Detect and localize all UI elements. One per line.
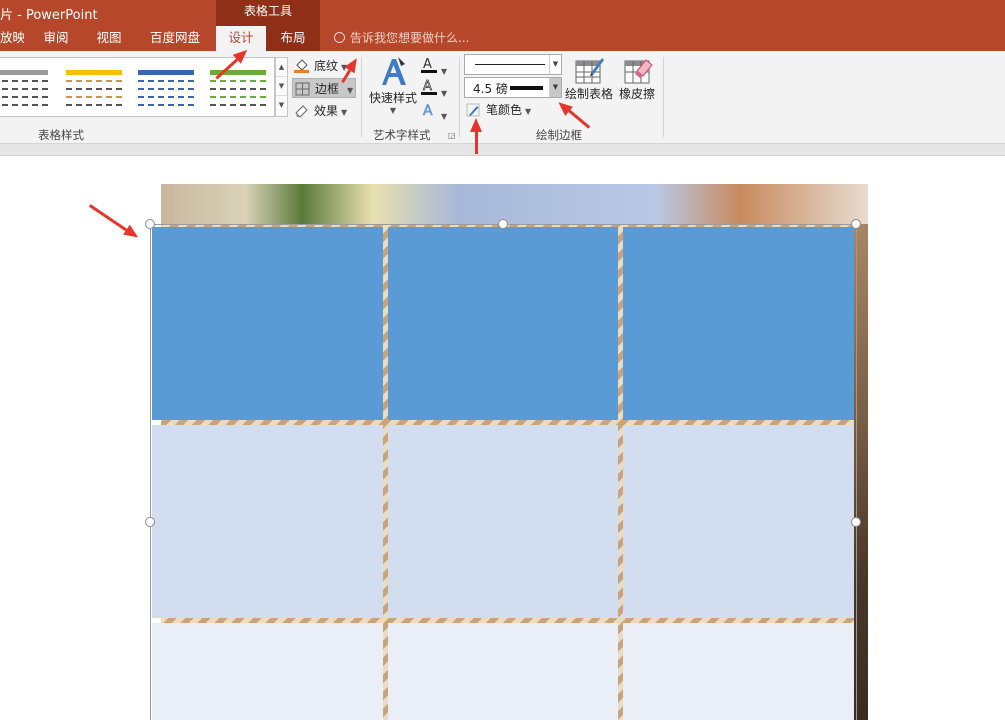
shading-label: 底纹 — [314, 59, 339, 73]
table-cell-header[interactable] — [152, 227, 383, 420]
group-separator — [459, 57, 460, 137]
wordart-a-icon — [382, 57, 406, 85]
draw-table-button[interactable]: 绘制表格 — [563, 55, 615, 111]
pen-style-dropdown-icon[interactable]: ▼ — [549, 55, 561, 74]
table-styles-group-label: 表格样式 — [38, 128, 84, 142]
borders-button[interactable]: 边框 ▼ — [292, 78, 356, 98]
ribbon-bottom-strip — [0, 144, 1005, 156]
pen-style-dropdown[interactable]: ▼ — [464, 54, 562, 75]
ribbon: ▲ ▼ ▼ 表格样式 底纹 ▼ 边框 ▼ 效果 ▼ 快速样式 ▼ A ▼ A ▼… — [0, 51, 1005, 144]
draw-borders-group-label: 绘制边框 — [536, 128, 582, 142]
svg-text:A: A — [423, 79, 432, 94]
lightbulb-icon — [334, 32, 345, 43]
ribbon-tab-bar: 放映 审阅 视图 百度网盘 设计 布局 — [0, 26, 1005, 51]
tell-me-text: 告诉我您想要做什么... — [350, 31, 470, 45]
text-outline-button[interactable]: A ▼ — [420, 78, 454, 98]
table-styles-gallery[interactable] — [0, 57, 275, 117]
eraser-label: 橡皮擦 — [618, 87, 655, 101]
pen-weight-line — [510, 86, 543, 90]
tab-baidu-netdisk[interactable]: 百度网盘 — [140, 26, 210, 51]
gallery-more-icon[interactable]: ▼ — [276, 96, 287, 115]
pen-style-line — [475, 64, 545, 65]
food-photo-strip — [161, 184, 868, 224]
pen-color-label: 笔颜色 — [486, 103, 523, 117]
pen-weight-dropdown[interactable]: 4.5 磅 ▼ — [464, 77, 562, 98]
eraser-button[interactable]: 橡皮擦 — [615, 55, 659, 111]
tab-review[interactable]: 审阅 — [34, 26, 78, 51]
effects-label: 效果 — [314, 104, 339, 118]
borders-grid-icon — [295, 82, 310, 96]
window-title: 片 - PowerPoint — [0, 8, 98, 23]
table-cell-band[interactable] — [388, 425, 618, 618]
table-cell-band[interactable] — [623, 425, 854, 618]
pen-weight-value: 4.5 磅 — [473, 82, 508, 96]
tab-layout[interactable]: 布局 — [270, 26, 316, 51]
effects-eraser-icon — [295, 105, 308, 118]
draw-table-label: 绘制表格 — [564, 87, 613, 101]
svg-text:A: A — [423, 103, 433, 119]
group-separator — [663, 57, 664, 137]
tab-slideshow[interactable]: 放映 — [0, 26, 24, 51]
quick-styles-caret-icon: ▼ — [389, 106, 397, 115]
table-cell-header[interactable] — [623, 227, 854, 420]
resize-handle-top[interactable] — [498, 219, 508, 229]
table-style-gray[interactable] — [0, 66, 48, 108]
quick-styles-label: 快速样式 — [368, 91, 417, 105]
tab-view[interactable]: 视图 — [86, 26, 132, 51]
table-cell-header[interactable] — [388, 227, 618, 420]
text-fill-button[interactable]: A ▼ — [420, 56, 454, 76]
tell-me-search[interactable]: 告诉我您想要做什么... — [334, 26, 469, 51]
table-style-blue[interactable] — [138, 66, 194, 108]
wordart-group-label: 艺术字样式 — [373, 128, 431, 142]
text-fill-a-icon: A — [421, 57, 437, 73]
table-cell-band[interactable] — [152, 623, 383, 720]
pen-color-button[interactable]: 笔颜色 ▼ — [464, 100, 536, 120]
photo-right-edge — [854, 224, 868, 720]
pen-weight-dropdown-icon[interactable]: ▼ — [549, 78, 561, 97]
text-outline-a-icon: A — [421, 79, 437, 95]
borders-label: 边框 — [315, 82, 340, 96]
gallery-up-icon[interactable]: ▲ — [276, 58, 287, 77]
gallery-scrollbar[interactable]: ▲ ▼ ▼ — [275, 57, 288, 117]
quick-styles-button[interactable]: 快速样式 ▼ — [366, 55, 420, 119]
table-cell-band[interactable] — [623, 623, 854, 720]
table-cell-band[interactable] — [388, 623, 618, 720]
table-tools-group-label: 表格工具 — [216, 0, 320, 26]
resize-handle-left[interactable] — [145, 517, 155, 527]
resize-handle-top-left[interactable] — [145, 219, 155, 229]
table-cell-band[interactable] — [152, 425, 383, 618]
text-effects-a-icon: A — [423, 103, 434, 120]
group-separator — [361, 57, 362, 137]
wordart-dialog-launcher-icon[interactable]: ◲ — [448, 131, 456, 140]
svg-text:A: A — [423, 57, 432, 72]
resize-handle-top-right[interactable] — [851, 219, 861, 229]
table-style-gold[interactable] — [66, 66, 122, 108]
resize-handle-right[interactable] — [851, 517, 861, 527]
pen-icon — [466, 103, 480, 117]
eraser-icon — [624, 59, 653, 84]
paint-bucket-icon — [294, 59, 309, 73]
title-bar: 片 - PowerPoint 表格工具 — [0, 0, 1005, 26]
text-effects-button[interactable]: A ▼ — [420, 101, 454, 121]
effects-button[interactable]: 效果 ▼ — [292, 101, 354, 121]
gallery-down-icon[interactable]: ▼ — [276, 77, 287, 96]
draw-table-icon — [575, 58, 604, 84]
